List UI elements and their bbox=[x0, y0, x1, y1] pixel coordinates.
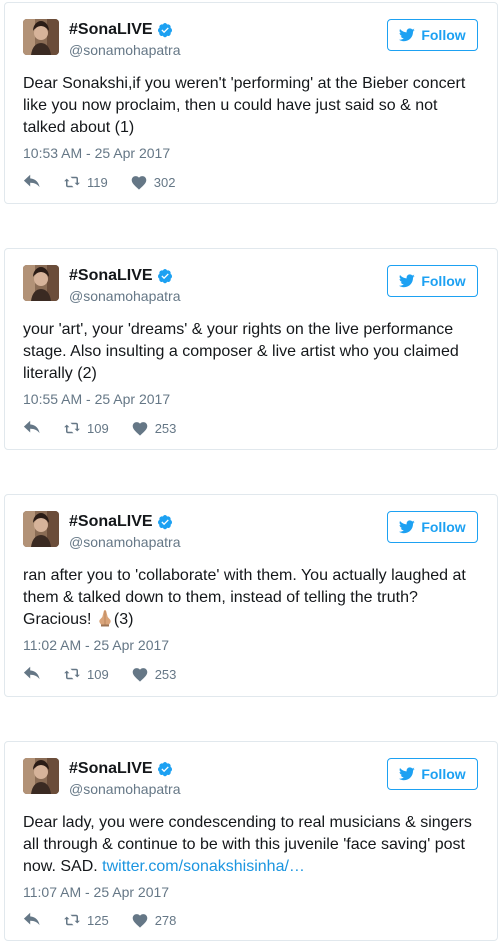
retweet-button[interactable]: 109 bbox=[63, 420, 109, 436]
retweet-icon bbox=[63, 174, 81, 190]
follow-button[interactable]: Follow bbox=[387, 758, 478, 790]
avatar[interactable] bbox=[23, 265, 59, 301]
like-button[interactable]: 253 bbox=[131, 666, 177, 682]
reply-button[interactable] bbox=[23, 174, 41, 190]
like-button[interactable]: 302 bbox=[130, 174, 176, 190]
tweet-text: Dear Sonakshi,if you weren't 'performing… bbox=[23, 75, 466, 136]
heart-icon bbox=[131, 912, 149, 928]
folded-hands-emoji-icon bbox=[96, 609, 114, 627]
retweet-count: 109 bbox=[87, 666, 109, 682]
tweet-actions: 119 302 bbox=[23, 174, 197, 190]
retweet-count: 109 bbox=[87, 420, 109, 436]
heart-icon bbox=[131, 666, 149, 682]
tweet-text: ran after you to 'collaborate' with them… bbox=[23, 565, 481, 631]
display-name: #SonaLIVE bbox=[69, 21, 153, 38]
reply-button[interactable] bbox=[23, 420, 41, 436]
reply-icon bbox=[23, 174, 41, 190]
follow-label: Follow bbox=[421, 273, 466, 289]
tweet-timestamp[interactable]: 10:53 AM - 25 Apr 2017 bbox=[23, 145, 170, 161]
tweet-timestamp[interactable]: 10:55 AM - 25 Apr 2017 bbox=[23, 391, 170, 407]
retweet-icon bbox=[63, 420, 81, 436]
heart-icon bbox=[130, 174, 148, 190]
reply-icon bbox=[23, 666, 41, 682]
user-handle[interactable]: @sonamohapatra bbox=[69, 781, 181, 797]
user-handle[interactable]: @sonamohapatra bbox=[69, 42, 181, 58]
like-count: 253 bbox=[154, 666, 177, 682]
tweet-card[interactable]: #SonaLIVE @sonamohapatra Follow Dear Son… bbox=[4, 2, 498, 204]
avatar[interactable] bbox=[23, 511, 59, 547]
tweet-text: Dear lady, you were condescending to rea… bbox=[23, 812, 481, 878]
retweet-count: 119 bbox=[87, 174, 108, 190]
twitter-bird-icon bbox=[399, 274, 415, 288]
display-name: #SonaLIVE bbox=[69, 513, 153, 530]
retweet-count: 125 bbox=[87, 912, 109, 928]
like-count: 302 bbox=[153, 174, 176, 190]
tweet-card[interactable]: #SonaLIVE @sonamohapatra Follow Dear lad… bbox=[4, 741, 498, 941]
display-name: #SonaLIVE bbox=[69, 760, 153, 777]
avatar[interactable] bbox=[23, 19, 59, 55]
tweet-text-body: ran after you to 'collaborate' with them… bbox=[23, 567, 466, 628]
follow-button[interactable]: Follow bbox=[387, 19, 478, 51]
reply-button[interactable] bbox=[23, 912, 41, 928]
twitter-bird-icon bbox=[399, 28, 415, 42]
tweet-timestamp[interactable]: 11:02 AM - 25 Apr 2017 bbox=[23, 637, 169, 653]
follow-button[interactable]: Follow bbox=[387, 511, 478, 543]
verified-badge-icon bbox=[157, 514, 173, 530]
reply-icon bbox=[23, 912, 41, 928]
follow-label: Follow bbox=[421, 519, 466, 535]
tweet-card[interactable]: #SonaLIVE @sonamohapatra Follow your 'ar… bbox=[4, 248, 498, 450]
twitter-bird-icon bbox=[399, 767, 415, 781]
retweet-icon bbox=[63, 666, 81, 682]
follow-label: Follow bbox=[421, 766, 466, 782]
retweet-button[interactable]: 125 bbox=[63, 912, 109, 928]
like-count: 253 bbox=[154, 420, 177, 436]
like-button[interactable]: 253 bbox=[131, 420, 177, 436]
follow-button[interactable]: Follow bbox=[387, 265, 478, 297]
display-name-row[interactable]: #SonaLIVE bbox=[69, 21, 173, 39]
heart-icon bbox=[131, 420, 149, 436]
verified-badge-icon bbox=[157, 268, 173, 284]
reply-icon bbox=[23, 420, 41, 436]
like-count: 278 bbox=[154, 912, 177, 928]
avatar[interactable] bbox=[23, 758, 59, 794]
twitter-bird-icon bbox=[399, 520, 415, 534]
tweet-actions: 125 278 bbox=[23, 912, 198, 928]
verified-badge-icon bbox=[157, 761, 173, 777]
follow-label: Follow bbox=[421, 27, 466, 43]
display-name: #SonaLIVE bbox=[69, 267, 153, 284]
retweet-icon bbox=[63, 912, 81, 928]
reply-button[interactable] bbox=[23, 666, 41, 682]
display-name-row[interactable]: #SonaLIVE bbox=[69, 267, 173, 285]
verified-badge-icon bbox=[157, 22, 173, 38]
display-name-row[interactable]: #SonaLIVE bbox=[69, 513, 173, 531]
like-button[interactable]: 278 bbox=[131, 912, 177, 928]
retweet-button[interactable]: 109 bbox=[63, 666, 109, 682]
user-handle[interactable]: @sonamohapatra bbox=[69, 288, 181, 304]
tweet-timestamp[interactable]: 11:07 AM - 25 Apr 2017 bbox=[23, 884, 169, 900]
tweet-link[interactable]: twitter.com/sonakshisinha/… bbox=[102, 858, 305, 875]
tweet-text-suffix: (3) bbox=[113, 611, 134, 628]
tweet-actions: 109 253 bbox=[23, 666, 198, 682]
retweet-button[interactable]: 119 bbox=[63, 174, 108, 190]
tweet-text: your 'art', your 'dreams' & your rights … bbox=[23, 321, 459, 382]
user-handle[interactable]: @sonamohapatra bbox=[69, 534, 181, 550]
tweet-actions: 109 253 bbox=[23, 420, 198, 436]
display-name-row[interactable]: #SonaLIVE bbox=[69, 760, 173, 778]
tweet-card[interactable]: #SonaLIVE @sonamohapatra Follow ran afte… bbox=[4, 494, 498, 697]
